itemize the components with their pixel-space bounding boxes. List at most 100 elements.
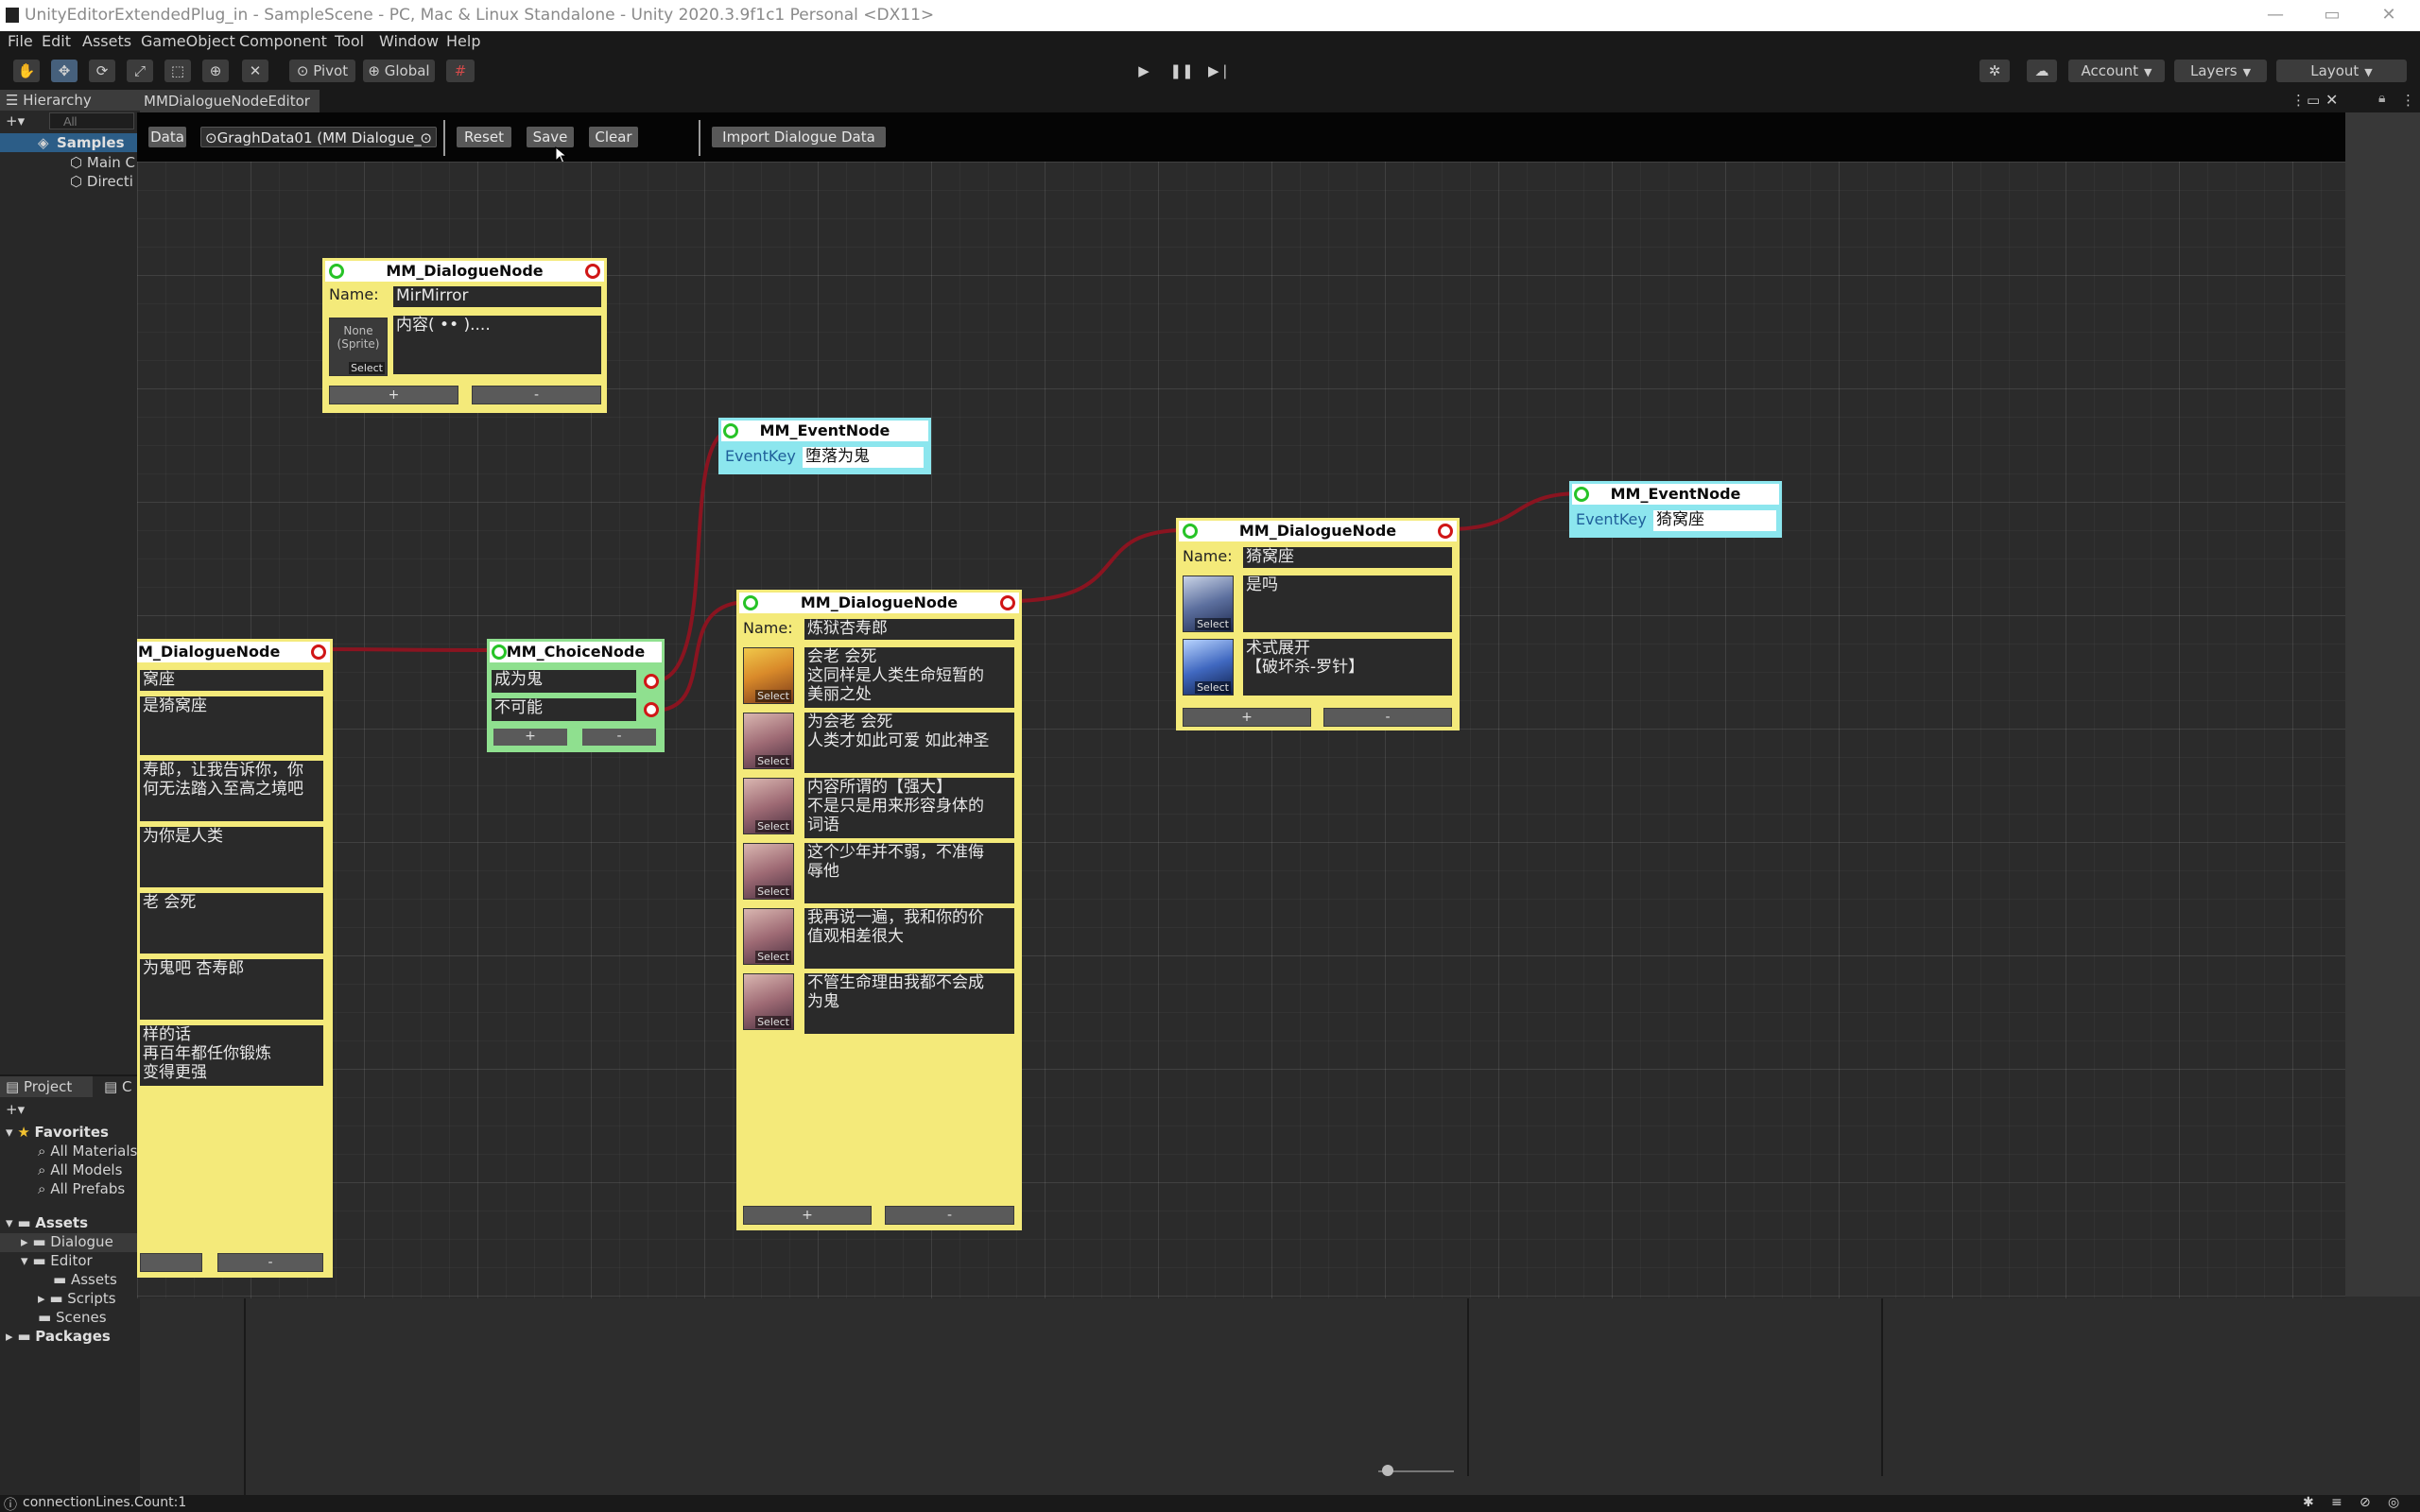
select-sprite-button[interactable]: Select	[755, 951, 791, 963]
splitter[interactable]	[1881, 1297, 1883, 1476]
node-title[interactable]: MM_EventNode	[721, 421, 928, 441]
character-avatar[interactable]: Select	[1183, 639, 1234, 696]
add-line-button[interactable]: +	[1183, 708, 1311, 727]
maximize-panel-icon[interactable]: ▭	[2307, 92, 2320, 109]
add-line-button[interactable]	[140, 1253, 202, 1272]
dialogue-line-field[interactable]: 为会老 会死 人类才如此可爱 如此神圣	[804, 713, 1014, 773]
output-port[interactable]	[585, 264, 600, 279]
select-sprite-button[interactable]: Select	[755, 885, 791, 898]
maximize-button[interactable]: ▭	[2318, 4, 2346, 26]
dialogue-line-field[interactable]: 我再说一遍，我和你的价 值观相差很大	[804, 908, 1014, 969]
dialogue-line-field[interactable]: 会老 会死 这同样是人类生命短暂的 美丽之处	[804, 647, 1014, 708]
project-tab[interactable]: ▤ Project	[0, 1076, 93, 1097]
favorite-item[interactable]: ⌕ All Materials	[38, 1143, 137, 1160]
pause-button[interactable]: ❚❚	[1168, 60, 1195, 82]
custom-tool-icon[interactable]: ✕	[242, 60, 268, 82]
splitter[interactable]	[1467, 1297, 1469, 1476]
connection-wire[interactable]	[652, 600, 750, 713]
add-line-button[interactable]: +	[743, 1206, 872, 1225]
clear-button[interactable]: Clear	[589, 127, 638, 147]
output-port[interactable]	[1000, 595, 1015, 610]
import-dialogue-data-button[interactable]: Import Dialogue Data	[712, 127, 886, 147]
dialogue-line-field[interactable]: 是吗	[1243, 576, 1452, 632]
select-sprite-button[interactable]: Select	[1195, 618, 1231, 630]
connection-wire[interactable]	[1446, 491, 1582, 531]
input-port[interactable]	[1183, 524, 1198, 539]
dialogue-line-field[interactable]: 为你是人类	[140, 827, 323, 887]
layout-dropdown[interactable]: Layout ▼	[2276, 60, 2407, 82]
reset-button[interactable]: Reset	[457, 127, 511, 147]
select-sprite-button[interactable]: Select	[755, 820, 791, 833]
hierarchy-item-directional-light[interactable]: ⬡ Directi	[70, 173, 133, 190]
remove-choice-button[interactable]: -	[582, 729, 656, 746]
character-avatar[interactable]: Select	[743, 973, 794, 1030]
remove-line-button[interactable]: -	[217, 1253, 323, 1272]
event-node-2[interactable]: MM_EventNode EventKey 猗窝座	[1569, 481, 1782, 538]
rotate-tool-icon[interactable]: ⟳	[89, 60, 115, 82]
minimize-button[interactable]: —	[2261, 4, 2290, 26]
hierarchy-search-input[interactable]	[49, 112, 134, 129]
assets-row[interactable]: ▾ ▬ Assets	[6, 1214, 88, 1231]
character-avatar[interactable]: Select	[743, 778, 794, 834]
dialogue-line-field[interactable]: 寿郎，让我告诉你，你 何无法踏入至高之境吧	[140, 761, 323, 821]
menu-component[interactable]: Component	[239, 32, 327, 50]
menu-window[interactable]: Window	[379, 32, 439, 50]
console-tab[interactable]: ▤ C	[104, 1076, 140, 1097]
add-line-button[interactable]: +	[329, 386, 458, 404]
dialogue-line-field[interactable]: 为鬼吧 杏寿郎	[140, 959, 323, 1020]
remove-line-button[interactable]: -	[885, 1206, 1014, 1225]
menu-assets[interactable]: Assets	[82, 32, 131, 50]
connection-wire[interactable]	[318, 647, 499, 652]
character-avatar[interactable]: Select	[743, 843, 794, 900]
move-tool-icon[interactable]: ✥	[51, 60, 78, 82]
transform-tool-icon[interactable]: ⊕	[202, 60, 229, 82]
asset-folder-editor[interactable]: ▾ ▬ Editor	[21, 1252, 93, 1269]
packages-row[interactable]: ▸ ▬ Packages	[6, 1328, 111, 1345]
name-field[interactable]: 炼狱杏寿郎	[804, 619, 1014, 640]
dialogue-line-field[interactable]: 样的话 再百年都任你锻炼 变得更强	[140, 1025, 323, 1086]
event-key-field[interactable]: 猗窝座	[1653, 510, 1776, 531]
lock-icon[interactable]: 🔒︎	[2378, 91, 2385, 106]
menu-tool[interactable]: Tool	[335, 32, 364, 50]
name-field[interactable]: 窝座	[140, 670, 323, 691]
favorites-row[interactable]: ▾ ★ Favorites	[6, 1124, 109, 1141]
select-sprite-button[interactable]: Select	[349, 362, 385, 374]
content-field[interactable]: 内容( •• )....	[393, 316, 601, 374]
add-asset-button[interactable]: +▾	[6, 1101, 25, 1118]
node-title[interactable]: MM_DialogueNode	[1179, 521, 1457, 541]
asset-folder-dialogue[interactable]: ▸ ▬ Dialogue	[0, 1233, 140, 1252]
character-avatar[interactable]: Select	[1183, 576, 1234, 632]
node-title[interactable]: MM_DialogueNode	[739, 593, 1019, 613]
save-button[interactable]: Save	[527, 127, 574, 147]
input-port[interactable]	[743, 595, 758, 610]
close-window-button[interactable]: ✕	[2375, 4, 2403, 26]
node-title[interactable]: M_DialogueNode	[137, 642, 330, 662]
account-dropdown[interactable]: Account ▼	[2068, 60, 2165, 82]
network-icon[interactable]: ⊘	[2360, 1495, 2371, 1510]
settings-icon[interactable]: ◎	[2388, 1495, 2399, 1510]
scale-tool-icon[interactable]: ⤢	[127, 60, 153, 82]
menu-edit[interactable]: Edit	[42, 32, 71, 50]
menu-gameobject[interactable]: GameObject	[141, 32, 235, 50]
object-picker-icon[interactable]: ⊙	[420, 128, 432, 148]
dialogue-line-field[interactable]: 老 会死	[140, 893, 323, 954]
bug-icon[interactable]: ✱	[2303, 1495, 2314, 1510]
menu-file[interactable]: File	[8, 32, 33, 50]
name-field[interactable]: 猗窝座	[1243, 547, 1452, 568]
dialogue-line-field[interactable]: 是猗窝座	[140, 696, 323, 755]
character-avatar[interactable]: Select	[743, 908, 794, 965]
input-port[interactable]	[723, 423, 738, 438]
choice-option-field[interactable]: 成为鬼	[492, 670, 636, 693]
grid-snap-icon[interactable]: #	[446, 60, 475, 82]
choice-node[interactable]: MM_ChoiceNode 成为鬼 不可能 + -	[487, 639, 665, 752]
play-button[interactable]: ▶	[1131, 60, 1157, 82]
favorite-item[interactable]: ⌕ All Prefabs	[38, 1180, 125, 1197]
asset-folder-scripts[interactable]: ▸ ▬ Scripts	[38, 1290, 116, 1307]
dialogue-line-field[interactable]: 术式展开 【破坏杀-罗针】	[1243, 639, 1452, 696]
scene-row[interactable]: ◈ Samples	[0, 133, 140, 152]
node-title[interactable]: MM_EventNode	[1572, 484, 1779, 505]
cloud-icon[interactable]: ☁	[2027, 60, 2057, 82]
choice-output-port[interactable]	[644, 702, 659, 717]
layers-icon[interactable]: ≡	[2331, 1495, 2342, 1510]
rect-tool-icon[interactable]: ⬚	[164, 60, 191, 82]
